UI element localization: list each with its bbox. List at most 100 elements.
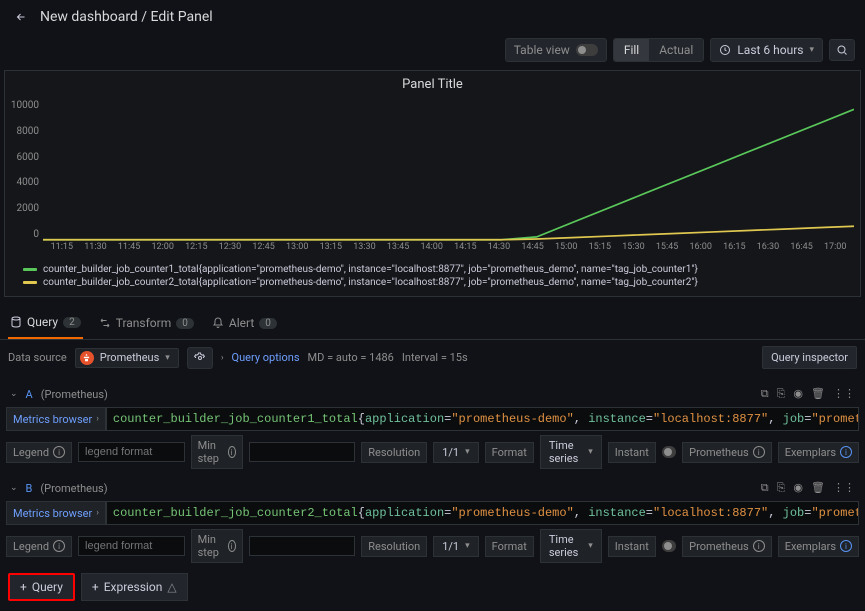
info-icon[interactable]: i — [228, 446, 236, 458]
back-arrow[interactable] — [12, 8, 30, 26]
datasource-settings-button[interactable] — [187, 347, 213, 369]
legend-format-input[interactable] — [78, 442, 185, 462]
query-actions: ⧉ ⎘ ◉ 🗑 ⋮⋮ — [761, 481, 855, 495]
info-icon[interactable]: i — [840, 540, 852, 552]
tab-alert-label: Alert — [229, 316, 254, 330]
query-expression-input[interactable]: counter_builder_job_counter2_total{appli… — [106, 501, 859, 525]
min-step-input[interactable] — [249, 442, 356, 462]
tab-query[interactable]: Query 2 — [8, 311, 83, 339]
legend-swatch — [23, 281, 37, 284]
query-expression-input[interactable]: counter_builder_job_counter1_total{appli… — [106, 407, 859, 431]
table-view-toggle[interactable]: Table view — [505, 38, 607, 62]
min-step-label: Min step i — [191, 435, 243, 469]
drag-handle-icon[interactable]: ⋮⋮ — [833, 387, 855, 401]
database-icon — [10, 316, 22, 328]
info-icon[interactable]: i — [53, 446, 65, 458]
delete-icon[interactable]: 🗑 — [811, 481, 825, 495]
info-icon[interactable]: i — [228, 540, 236, 552]
legend-label: Legend i — [6, 536, 72, 557]
x-tick: 11:15 — [45, 242, 79, 258]
metrics-browser-button[interactable]: Metrics browser › — [6, 501, 106, 525]
x-tick: 12:00 — [146, 242, 180, 258]
duplicate-icon[interactable]: ⧉ — [761, 481, 769, 495]
x-tick: 14:45 — [516, 242, 550, 258]
x-tick: 16:15 — [718, 242, 752, 258]
tab-transform[interactable]: Transform 0 — [97, 311, 196, 339]
toggle-visibility-icon[interactable]: ◉ — [793, 481, 803, 495]
y-tick: 4000 — [5, 177, 39, 188]
min-step-input[interactable] — [249, 536, 356, 556]
resolution-select[interactable]: 1/1 ▾ — [433, 536, 478, 557]
info-icon[interactable]: i — [753, 540, 765, 552]
legend-label: counter_builder_job_counter2_total{appli… — [43, 277, 698, 288]
expand-icon[interactable]: › — [221, 353, 224, 363]
query-expression-row: Metrics browser ›counter_builder_job_cou… — [6, 407, 859, 431]
copy-icon[interactable]: ⎘ — [777, 387, 786, 401]
add-query-button[interactable]: + Query — [8, 573, 75, 601]
legend-item[interactable]: counter_builder_job_counter1_total{appli… — [23, 264, 852, 275]
datasource-select[interactable]: Prometheus ▾ — [75, 348, 179, 368]
chevron-down-icon: ▾ — [165, 353, 170, 363]
collapse-icon[interactable]: ⌄ — [10, 483, 18, 493]
info-icon[interactable]: i — [840, 446, 852, 458]
tab-alert[interactable]: Alert 0 — [210, 311, 279, 339]
info-icon[interactable]: i — [53, 540, 65, 552]
query-actions: ⧉ ⎘ ◉ 🗑 ⋮⋮ — [761, 387, 855, 401]
instant-toggle[interactable] — [662, 446, 676, 458]
zoom-icon — [836, 44, 848, 56]
tab-transform-label: Transform — [116, 316, 172, 330]
zoom-out-button[interactable] — [829, 39, 855, 61]
legend-label: counter_builder_job_counter1_total{appli… — [43, 264, 698, 275]
format-select[interactable]: Time series ▾ — [540, 529, 602, 563]
metrics-browser-button[interactable]: Metrics browser › — [6, 407, 106, 431]
delete-icon[interactable]: 🗑 — [811, 387, 825, 401]
duplicate-icon[interactable]: ⧉ — [761, 387, 769, 401]
x-tick: 12:45 — [247, 242, 281, 258]
x-tick: 15:15 — [583, 242, 617, 258]
x-axis: 11:1511:3011:4512:0012:1512:3012:4513:00… — [43, 242, 854, 258]
query-datasource: (Prometheus) — [41, 388, 108, 401]
alert-count-badge: 0 — [259, 318, 277, 329]
instant-label: Instant — [608, 536, 656, 557]
resolution-select[interactable]: 1/1 ▾ — [433, 442, 478, 463]
drag-handle-icon[interactable]: ⋮⋮ — [833, 481, 855, 495]
instant-toggle[interactable] — [662, 540, 676, 552]
x-tick: 13:15 — [314, 242, 348, 258]
panel: Panel Title 1000080006000400020000 11:15… — [4, 70, 861, 297]
time-range-picker[interactable]: Last 6 hours ▾ — [710, 38, 823, 62]
transform-icon — [99, 317, 111, 329]
fill-button[interactable]: Fill — [614, 39, 649, 61]
x-tick: 16:30 — [751, 242, 785, 258]
prometheus-logo-icon — [80, 351, 94, 365]
toggle-visibility-icon[interactable]: ◉ — [793, 387, 803, 401]
x-tick: 14:30 — [482, 242, 516, 258]
copy-icon[interactable]: ⎘ — [777, 481, 786, 495]
query-block: ⌄ B (Prometheus) ⧉ ⎘ ◉ 🗑 ⋮⋮ Metrics brow… — [6, 477, 859, 563]
legend-format-input[interactable] — [78, 536, 185, 556]
legend-item[interactable]: counter_builder_job_counter2_total{appli… — [23, 277, 852, 288]
add-expression-button[interactable]: + Expression △ — [81, 573, 188, 601]
format-select[interactable]: Time series ▾ — [540, 435, 602, 469]
x-tick: 13:30 — [348, 242, 382, 258]
panel-title: Panel Title — [5, 71, 860, 98]
query-options-row: Legend i Min step i Resolution 1/1 ▾ For… — [6, 435, 859, 469]
query-tabs: Query 2 Transform 0 Alert 0 — [0, 303, 865, 340]
query-header: ⌄ B (Prometheus) ⧉ ⎘ ◉ 🗑 ⋮⋮ — [6, 477, 859, 499]
exemplars-label: Exemplars i — [778, 536, 859, 557]
y-tick: 0 — [5, 229, 39, 240]
query-inspector-button[interactable]: Query inspector — [762, 346, 857, 369]
tab-query-label: Query — [27, 315, 58, 329]
time-range-label: Last 6 hours — [737, 43, 803, 57]
actual-button[interactable]: Actual — [649, 39, 703, 61]
info-icon[interactable]: i — [753, 446, 765, 458]
resolution-label: Resolution — [361, 536, 427, 557]
x-tick: 12:30 — [213, 242, 247, 258]
query-options-link[interactable]: Query options — [232, 351, 300, 364]
plus-icon: + — [20, 580, 27, 594]
query-letter: A — [26, 388, 33, 401]
collapse-icon[interactable]: ⌄ — [10, 389, 18, 399]
y-tick: 10000 — [5, 100, 39, 111]
fill-actual-group: Fill Actual — [613, 38, 705, 62]
x-tick: 13:00 — [280, 242, 314, 258]
warning-icon: △ — [167, 580, 176, 594]
